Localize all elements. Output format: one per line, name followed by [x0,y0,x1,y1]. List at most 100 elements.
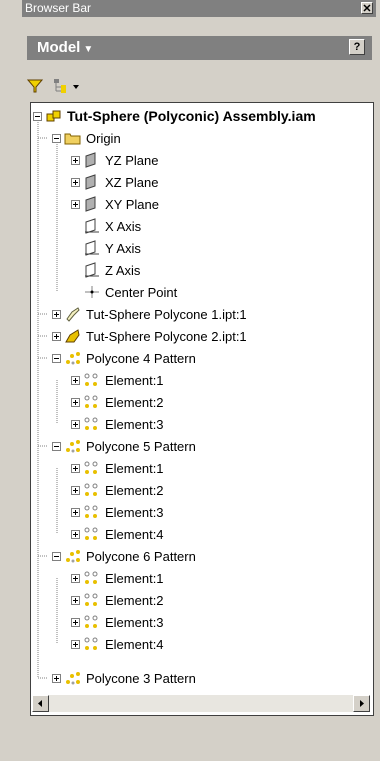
pattern-element-icon [84,505,98,518]
tree-item-label: Y Axis [105,240,141,256]
tree-item-y-axis[interactable]: Y Axis [71,237,141,259]
arrow-right-icon [360,700,364,707]
tree-item-element[interactable]: Element:2 [71,589,164,611]
expand-toggle[interactable] [52,673,61,683]
model-panel-header[interactable]: Model ▼ ? [27,36,372,60]
horizontal-scrollbar[interactable] [32,695,370,712]
pattern-icon [66,550,80,563]
tree-options-icon[interactable] [53,78,83,94]
expand-toggle[interactable] [71,617,80,627]
expand-toggle[interactable] [71,375,80,385]
tree-item-label: Z Axis [105,262,141,278]
tree-item-label: Polycone 3 Pattern [86,670,196,686]
tree-item-label: Polycone 6 Pattern [86,548,196,564]
tree-item-part-1[interactable]: Tut-Sphere Polycone 1.ipt:1 [52,303,247,325]
collapse-toggle[interactable] [52,551,61,561]
tree-item-part-2[interactable]: Tut-Sphere Polycone 2.ipt:1 [52,325,247,347]
tree-item-z-axis[interactable]: Z Axis [71,259,140,281]
tree-item-label: Polycone 5 Pattern [86,438,196,454]
pattern-element-icon [84,593,98,606]
expand-toggle[interactable] [71,639,80,649]
window-title: Browser Bar [25,1,92,15]
tree-item-pattern-6[interactable]: Polycone 6 Pattern [52,545,196,567]
part-icon [66,307,80,322]
tree-item-yz-plane[interactable]: YZ Plane [71,149,158,171]
tree-item-origin[interactable]: Origin [52,127,121,149]
pattern-element-icon [84,417,98,430]
tree-item-pattern-3[interactable]: Polycone 3 Pattern [52,667,196,689]
tree-item-element[interactable]: Element:4 [71,633,164,655]
chevron-down-icon: ▼ [83,44,94,55]
tree-item-label: XY Plane [105,196,159,212]
tree-item-label: Tut-Sphere Polycone 1.ipt:1 [86,306,247,322]
tree-item-element[interactable]: Element:3 [71,501,164,523]
tree-item-x-axis[interactable]: X Axis [71,215,141,237]
tree-item-label: Element:4 [105,526,164,542]
expand-toggle[interactable] [71,199,80,209]
pattern-element-icon [84,637,98,650]
tree-item-label: Element:2 [105,592,164,608]
expand-toggle[interactable] [71,463,80,473]
tree-item-pattern-5[interactable]: Polycone 5 Pattern [52,435,196,457]
tree-item-label: XZ Plane [105,174,159,190]
work-axis-icon [85,218,99,234]
expand-toggle[interactable] [71,529,80,539]
pattern-element-icon [84,395,98,408]
work-axis-icon [85,262,99,278]
model-tree[interactable]: Tut-Sphere (Polyconic) Assembly.iam Orig… [30,102,374,716]
help-icon[interactable]: ? [349,39,365,55]
collapse-toggle[interactable] [52,441,61,451]
work-plane-icon [85,152,96,168]
collapse-toggle[interactable] [52,353,61,363]
expand-toggle[interactable] [52,331,61,341]
folder-icon [64,133,81,145]
tree-item-label: YZ Plane [105,152,159,168]
tree-item-label: Tut-Sphere (Polyconic) Assembly.iam [67,108,316,124]
scroll-right-button[interactable] [353,695,370,712]
work-axis-icon [85,240,99,256]
pattern-icon [66,672,80,685]
scroll-left-button[interactable] [32,695,49,712]
expand-toggle[interactable] [52,309,61,319]
tree-item-label: Element:1 [105,570,164,586]
tree-item-label: Element:2 [105,394,164,410]
work-plane-icon [85,174,96,190]
tree-item-element[interactable]: Element:1 [71,457,164,479]
tree-item-label: X Axis [105,218,142,234]
filter-icon[interactable] [27,78,43,94]
tree-item-label: Element:1 [105,460,164,476]
expand-toggle[interactable] [71,507,80,517]
expand-toggle[interactable] [71,155,80,165]
tree-item-center-point[interactable]: Center Point [71,281,177,303]
tree-root-assembly[interactable]: Tut-Sphere (Polyconic) Assembly.iam [33,105,316,127]
expand-toggle[interactable] [71,573,80,583]
tree-item-element[interactable]: Element:1 [71,369,164,391]
collapse-toggle[interactable] [33,111,42,121]
tree-item-label: Center Point [105,284,178,300]
pattern-element-icon [84,373,98,386]
tree-item-element[interactable]: Element:1 [71,567,164,589]
tree-item-element[interactable]: Element:2 [71,391,164,413]
expand-toggle[interactable] [71,595,80,605]
work-plane-icon [85,196,96,212]
tree-item-label: Element:3 [105,504,164,520]
arrow-left-icon [38,700,42,707]
tree-item-element[interactable]: Element:2 [71,479,164,501]
collapse-toggle[interactable] [52,133,61,143]
tree-item-pattern-4[interactable]: Polycone 4 Pattern [52,347,196,369]
model-dropdown[interactable]: Model ▼ [37,39,93,56]
tree-item-element[interactable]: Element:3 [71,413,164,435]
expand-toggle[interactable] [71,177,80,187]
model-label: Model [37,39,81,56]
tree-item-label: Origin [86,130,121,146]
tree-item-label: Polycone 4 Pattern [86,350,196,366]
tree-item-xy-plane[interactable]: XY Plane [71,193,159,215]
close-icon[interactable]: ✕ [361,2,373,15]
expand-toggle[interactable] [71,397,80,407]
expand-toggle[interactable] [71,485,80,495]
expand-toggle[interactable] [71,419,80,429]
tree-item-element[interactable]: Element:3 [71,611,164,633]
tree-item-element[interactable]: Element:4 [71,523,164,545]
tree-item-label: Element:3 [105,416,164,432]
tree-item-xz-plane[interactable]: XZ Plane [71,171,158,193]
